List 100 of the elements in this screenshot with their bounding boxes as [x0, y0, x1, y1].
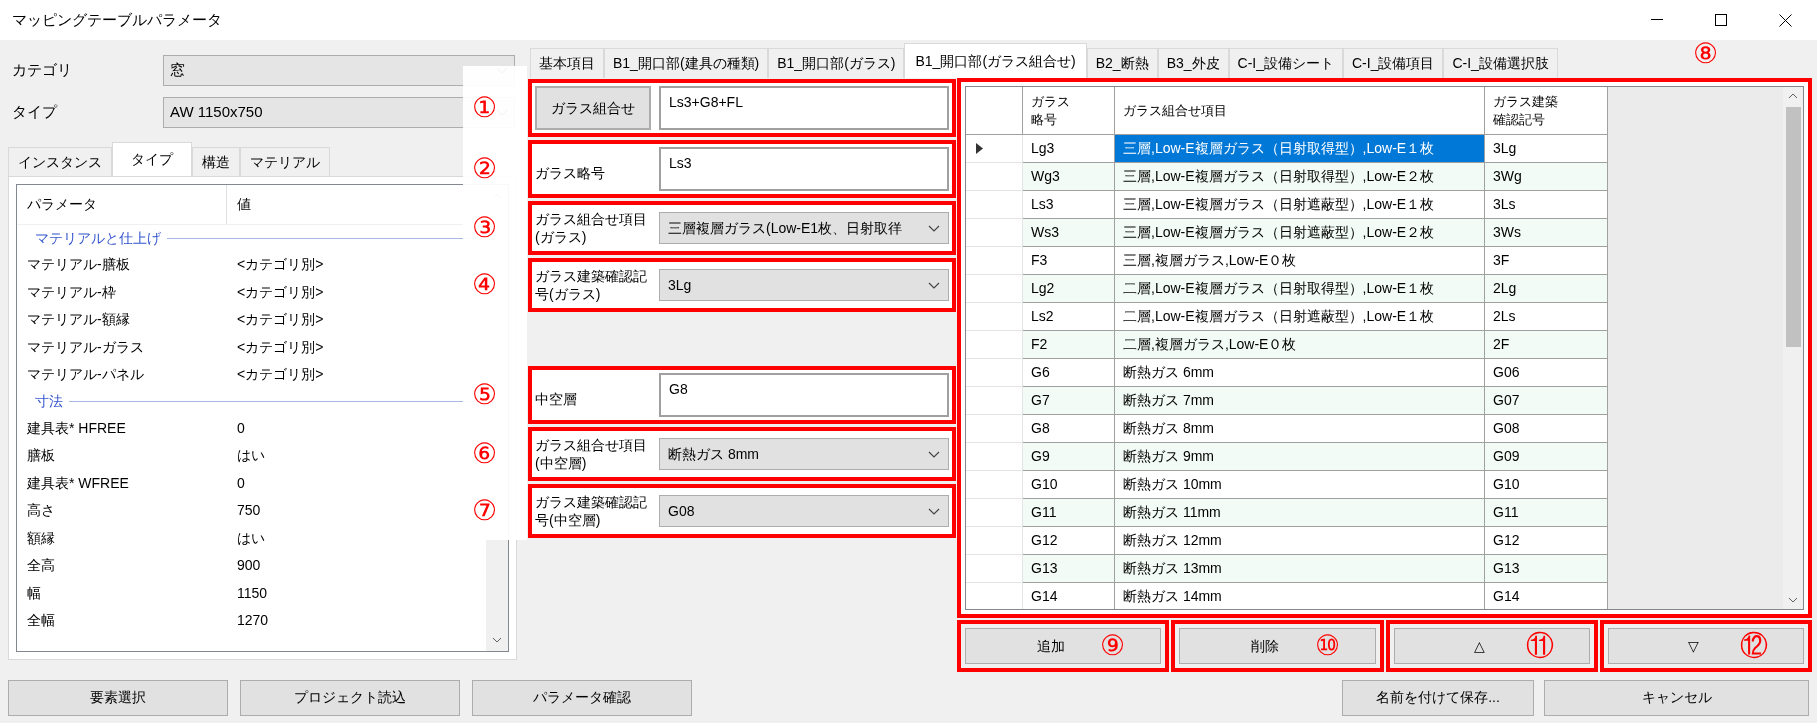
property-name: マテリアル-額縁: [26, 310, 131, 330]
table-cell: 三層,複層ガラス,Low-E０枚: [1115, 247, 1485, 275]
table-cell: G11: [1485, 499, 1608, 527]
text-field[interactable]: G8: [659, 373, 949, 417]
property-value: <カテゴリ別>: [236, 310, 324, 330]
tab[interactable]: C-I_設備選択肢: [1443, 48, 1558, 78]
table-cell: 断熱ガス 9mm: [1115, 443, 1485, 471]
table-cell: G10: [1485, 471, 1608, 499]
property-value: 750: [236, 501, 261, 521]
table-cell: G13: [1485, 555, 1608, 583]
tab[interactable]: B2_断熱: [1086, 48, 1158, 78]
scroll-up-icon[interactable]: [1788, 93, 1798, 99]
dropdown[interactable]: 断熱ガス 8mm: [659, 438, 949, 470]
property-name: マテリアル-枠: [26, 282, 117, 302]
table-cell: 3Ls: [1485, 191, 1608, 219]
tab[interactable]: 基本項目: [530, 48, 604, 78]
table-cell: G06: [1485, 359, 1608, 387]
dialog-button[interactable]: キャンセル: [1544, 679, 1809, 716]
table-cell: Wg3: [1023, 163, 1115, 191]
table-cell: Ws3: [1023, 219, 1115, 247]
property-value: <カテゴリ別>: [236, 282, 324, 302]
category-label: カテゴリ: [11, 59, 73, 80]
table-cell: G12: [1485, 527, 1608, 555]
column-header[interactable]: ガラス建築確認記号: [1485, 87, 1608, 135]
chevron-down-icon: [928, 224, 940, 232]
property-name: マテリアル-膳板: [26, 255, 131, 275]
property-tab[interactable]: マテリアル: [240, 147, 330, 176]
table-cell: 3Ws: [1485, 219, 1608, 247]
table-cell: Lg3: [1023, 135, 1115, 163]
column-header: パラメータ: [17, 185, 227, 224]
table-cell: 三層,Low-E複層ガラス（日射取得型）,Low-E２枚: [1115, 163, 1485, 191]
dropdown[interactable]: 三層複層ガラス(Low-E1枚、日射取徉: [659, 212, 949, 244]
table-cell: 二層,Low-E複層ガラス（日射取得型）,Low-E１枚: [1115, 275, 1485, 303]
property-tab[interactable]: インスタンス: [8, 147, 112, 176]
annotation-number: ⑦: [472, 497, 497, 525]
table-cell: 断熱ガス 12mm: [1115, 527, 1485, 555]
table-cell: F2: [1023, 331, 1115, 359]
table-cell: Ls3: [1023, 191, 1115, 219]
dialog-button[interactable]: パラメータ確認: [472, 679, 692, 716]
scroll-down-icon[interactable]: [492, 637, 502, 643]
field-label: ガラス組合せ項目(中空層): [535, 436, 647, 472]
property-name: 高さ: [26, 501, 56, 521]
text-field[interactable]: Ls3: [659, 147, 949, 191]
table-cell: F3: [1023, 247, 1115, 275]
property-value: 900: [236, 556, 261, 576]
category-dropdown[interactable]: 窓: [163, 54, 515, 86]
annotation-number: ⑤: [472, 381, 497, 409]
field-label: ガラス建築確認記号(ガラス): [535, 267, 647, 303]
annotation-number: ①: [472, 94, 497, 122]
scrollbar-thumb[interactable]: [1785, 107, 1801, 347]
property-tab[interactable]: 構造: [192, 147, 240, 176]
table-cell: 3Wg: [1485, 163, 1608, 191]
dropdown[interactable]: G08: [659, 495, 949, 527]
glass-combination-button[interactable]: ガラス組合せ: [535, 86, 651, 130]
dropdown[interactable]: 3Lg: [659, 269, 949, 301]
table-cell: 3F: [1485, 247, 1608, 275]
field-label: ガラス建築確認記号(中空層): [535, 493, 647, 529]
property-value: 1270: [236, 611, 269, 631]
table-cell: 三層,Low-E複層ガラス（日射遮蔽型）,Low-E１枚: [1115, 191, 1485, 219]
text-field[interactable]: Ls3+G8+FL: [659, 86, 949, 130]
annotation-number: ②: [472, 155, 497, 183]
table-cell: 2Lg: [1485, 275, 1608, 303]
table-cell: 3Lg: [1485, 135, 1608, 163]
tab[interactable]: B1_開口部(ガラス組合せ): [904, 43, 1087, 78]
tab[interactable]: C-I_設備シート: [1228, 48, 1343, 78]
group-header[interactable]: 寸法: [35, 391, 63, 412]
field-label: 中空層: [535, 389, 578, 409]
property-name: 建具表* WFREE: [26, 473, 130, 493]
property-value: はい: [236, 528, 265, 548]
property-name: 建具表* HFREE: [26, 418, 127, 438]
tab[interactable]: C-I_設備項目: [1343, 48, 1444, 78]
group-header[interactable]: マテリアルと仕上げ: [35, 227, 161, 249]
column-header[interactable]: ガラス略号: [1023, 87, 1115, 135]
tab[interactable]: B1_開口部(ガラス): [768, 48, 905, 78]
field-label: ガラス略号: [535, 163, 606, 183]
row-header[interactable]: [966, 135, 1023, 163]
property-value: 0: [236, 418, 245, 438]
table-cell: 2F: [1485, 331, 1608, 359]
dialog-button[interactable]: 要素選択: [8, 679, 228, 716]
table-cell: 断熱ガス 14mm: [1115, 583, 1485, 609]
annotation-number: ⑫: [1740, 632, 1768, 660]
dialog-button[interactable]: プロジェクト読込: [240, 679, 460, 716]
annotation-number: ③: [472, 214, 497, 242]
property-name: 全幅: [26, 611, 56, 631]
tab[interactable]: B3_外皮: [1157, 48, 1229, 78]
property-tab[interactable]: タイプ: [112, 142, 192, 176]
column-header[interactable]: ガラス組合せ項目: [1115, 87, 1485, 135]
table-cell: 断熱ガス 6mm: [1115, 359, 1485, 387]
annotation-number: ⑪: [1525, 632, 1554, 660]
property-value: 0: [236, 473, 245, 493]
chevron-down-icon: [928, 450, 940, 458]
table-corner-cell: [966, 87, 1023, 135]
scroll-down-icon[interactable]: [1788, 597, 1798, 603]
table-cell: 二層,複層ガラス,Low-E０枚: [1115, 331, 1485, 359]
tab[interactable]: B1_開口部(建具の種類): [604, 48, 769, 78]
dialog-button[interactable]: 名前を付けて保存...: [1342, 679, 1534, 716]
close-icon: [1778, 13, 1792, 27]
property-name: 額縁: [26, 528, 56, 548]
field-label: ガラス組合せ項目(ガラス): [535, 210, 647, 246]
property-value: <カテゴリ別>: [236, 255, 324, 275]
